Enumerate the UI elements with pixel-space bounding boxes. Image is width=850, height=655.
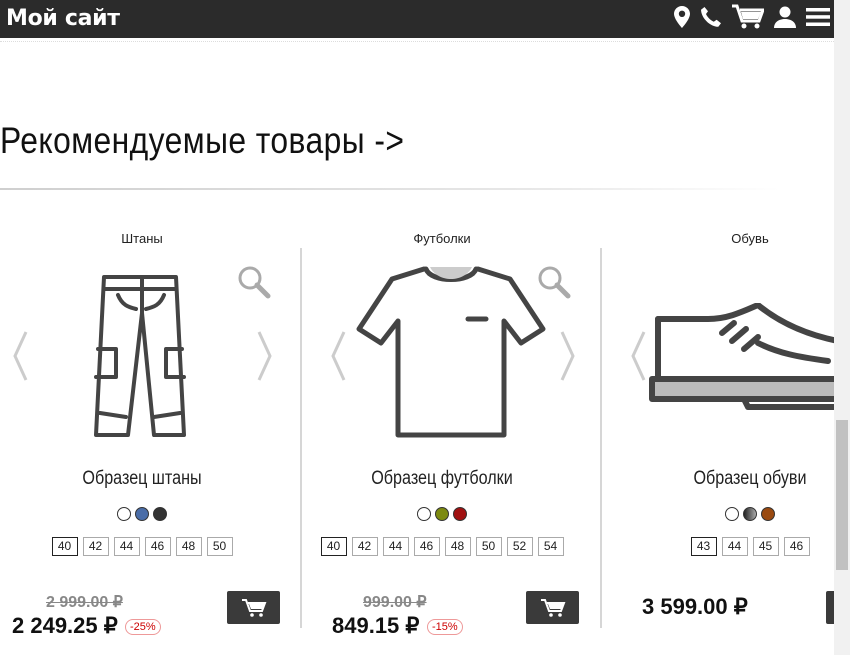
prev-arrow-icon[interactable] (330, 330, 346, 387)
zoom-icon[interactable] (237, 265, 271, 304)
color-swatches (600, 507, 850, 521)
next-arrow-icon[interactable] (560, 330, 576, 387)
size-option[interactable]: 50 (475, 537, 502, 556)
scrollbar-thumb[interactable] (836, 420, 848, 570)
header-icons (664, 4, 830, 35)
site-title[interactable]: Мой сайт (6, 6, 120, 31)
section-title-underline (0, 188, 780, 190)
size-option[interactable]: 46 (413, 537, 440, 556)
size-option[interactable]: 40 (320, 537, 347, 556)
old-price: 999.00 ₽ (363, 594, 427, 611)
size-option[interactable]: 42 (351, 537, 378, 556)
product-name[interactable]: Образец футболки (315, 468, 570, 490)
size-option[interactable]: 42 (82, 537, 109, 556)
color-swatch-white[interactable] (725, 507, 739, 521)
color-swatches (0, 507, 292, 521)
product-category[interactable]: Футболки (292, 231, 592, 246)
size-option[interactable]: 48 (175, 537, 202, 556)
shoe-image[interactable] (648, 302, 841, 418)
size-options: 40 42 44 46 48 50 52 54 (292, 537, 592, 556)
product-card-tshirt: Футболки Образец футболки 40 42 44 46 48… (292, 225, 592, 655)
current-price: 2 249.25 ₽ (12, 613, 118, 638)
location-icon[interactable] (674, 5, 690, 33)
color-swatch-white[interactable] (117, 507, 131, 521)
top-bar: Мой сайт (0, 0, 834, 38)
user-icon[interactable] (774, 6, 796, 33)
discount-badge: -15% (427, 619, 463, 635)
old-price: 2 999.00 ₽ (46, 594, 123, 611)
add-to-cart-button[interactable] (227, 591, 280, 624)
product-name[interactable]: Образец обуви (623, 468, 850, 490)
tshirt-image[interactable] (356, 263, 546, 448)
product-category[interactable]: Обувь (600, 231, 850, 246)
cart-icon[interactable] (732, 4, 766, 35)
next-arrow-icon[interactable] (257, 330, 273, 387)
menu-icon[interactable] (806, 7, 830, 32)
prev-arrow-icon[interactable] (630, 330, 646, 387)
phone-icon[interactable] (700, 6, 722, 33)
product-card-pants: Штаны Образец штаны 40 42 44 46 48 50 2 (0, 225, 292, 655)
cart-icon (541, 599, 566, 617)
pants-image[interactable] (92, 273, 188, 444)
section-title[interactable]: Рекомендуемые товары -> (0, 120, 404, 162)
size-option[interactable]: 52 (506, 537, 533, 556)
size-option[interactable]: 54 (537, 537, 564, 556)
cart-icon (242, 599, 267, 617)
color-swatch-red[interactable] (453, 507, 467, 521)
current-price: 3 599.00 ₽ (642, 594, 748, 619)
size-option[interactable]: 44 (382, 537, 409, 556)
size-option[interactable]: 44 (721, 537, 748, 556)
size-option[interactable]: 44 (113, 537, 140, 556)
color-swatch-brown[interactable] (761, 507, 775, 521)
size-option[interactable]: 45 (752, 537, 779, 556)
product-category[interactable]: Штаны (0, 231, 292, 246)
add-to-cart-button[interactable] (526, 591, 579, 624)
size-option[interactable]: 43 (690, 537, 717, 556)
color-swatch-blue[interactable] (135, 507, 149, 521)
size-options: 40 42 44 46 48 50 (0, 537, 292, 556)
color-swatch-white[interactable] (417, 507, 431, 521)
header-divider (0, 41, 834, 42)
size-option[interactable]: 50 (206, 537, 233, 556)
color-swatch-black[interactable] (153, 507, 167, 521)
size-option[interactable]: 46 (144, 537, 171, 556)
color-swatches (292, 507, 592, 521)
color-swatch-olive[interactable] (435, 507, 449, 521)
discount-badge: -25% (125, 619, 161, 635)
size-options: 43 44 45 46 (600, 537, 850, 556)
product-card-shoes: Обувь Образец обуви 43 44 45 46 3 599.00… (600, 225, 850, 655)
product-name[interactable]: Образец штаны (15, 468, 270, 490)
size-option[interactable]: 48 (444, 537, 471, 556)
color-swatch-gray[interactable] (743, 507, 757, 521)
size-option[interactable]: 40 (51, 537, 78, 556)
prev-arrow-icon[interactable] (12, 330, 28, 387)
current-price: 849.15 ₽ (332, 613, 420, 638)
size-option[interactable]: 46 (783, 537, 810, 556)
